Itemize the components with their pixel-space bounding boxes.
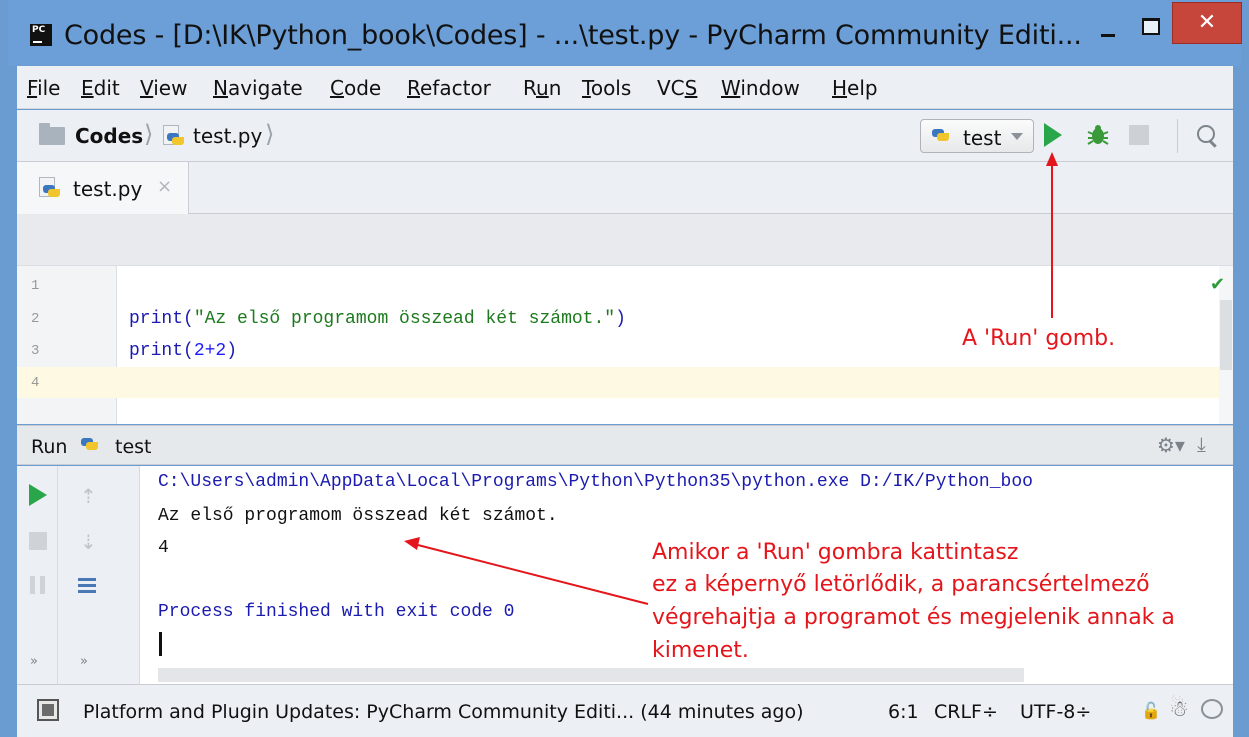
rerun-button[interactable] (29, 484, 47, 506)
console-annotation-line: kimenet. (652, 638, 749, 663)
stop-process-button[interactable] (29, 532, 47, 550)
minimize-button[interactable] (1088, 8, 1128, 50)
breadcrumb-separator: ⟩ (265, 120, 275, 148)
more-actions-icon[interactable]: » (30, 654, 38, 669)
close-tab-icon[interactable]: × (157, 176, 172, 197)
close-button[interactable]: ✕ (1172, 2, 1242, 44)
console-output-line: 4 (158, 538, 169, 558)
run-panel-header: Run test ⚙▾ ⤓ (17, 425, 1233, 465)
console-annotation-line: ez a képernyő letörlődik, a parancsértel… (652, 572, 1150, 597)
window-title: Codes - [D:\IK\Python_book\Codes] - ...\… (64, 20, 1082, 51)
debug-bug-icon[interactable] (1085, 122, 1111, 148)
menu-refactor[interactable]: Refactor (407, 76, 491, 100)
run-panel-title: Run (31, 436, 68, 458)
editor-scrollbar-thumb[interactable] (1220, 300, 1232, 370)
console-annotation-line: végrehajtja a programot és megjelenik an… (652, 605, 1175, 630)
lock-icon[interactable]: 🔓 (1141, 701, 1161, 720)
line-number: 2 (31, 311, 40, 327)
menu-vcs[interactable]: VCS (657, 76, 697, 100)
menu-file[interactable]: File (27, 76, 60, 100)
python-file-icon (39, 177, 61, 199)
console-annotation-line: Amikor a 'Run' gombra kattintasz (652, 540, 1019, 565)
run-configuration-label: test (963, 126, 1002, 150)
toggle-tool-windows-icon[interactable] (37, 699, 59, 721)
status-bar: Platform and Plugin Updates: PyCharm Com… (17, 684, 1233, 737)
folder-icon (39, 123, 65, 145)
line-number: 1 (31, 278, 40, 294)
console-exit-line: Process finished with exit code 0 (158, 602, 515, 622)
editor-breadcrumb-area (17, 214, 1233, 266)
menu-tools[interactable]: Tools (582, 76, 631, 100)
breadcrumb-file[interactable]: test.py (193, 124, 262, 148)
console-caret (159, 632, 162, 656)
event-log-icon[interactable] (1201, 699, 1223, 719)
inspector-icon[interactable]: ☃ (1169, 697, 1189, 722)
menu-window[interactable]: Window (721, 76, 800, 100)
more-actions-icon[interactable]: » (80, 654, 88, 669)
arrow-up-icon[interactable]: ⇡ (80, 484, 97, 508)
maximize-button[interactable] (1128, 8, 1172, 50)
soft-wrap-icon[interactable] (78, 576, 100, 596)
search-icon[interactable] (1193, 122, 1221, 150)
console-command-line: C:\Users\admin\AppData\Local\Programs\Py… (158, 472, 1033, 492)
console-output-line: Az első programom összead két számot. (158, 506, 558, 526)
navigation-bar: Codes ⟩ test.py ⟩ test (17, 110, 1233, 162)
gear-icon[interactable]: ⚙▾ (1157, 433, 1185, 457)
toolbar-divider (1177, 119, 1178, 153)
menu-code[interactable]: Code (330, 76, 381, 100)
menu-bar: File Edit View Navigate Code Refactor Ru… (17, 66, 1233, 109)
line-number: 3 (31, 343, 40, 359)
line-number: 4 (31, 375, 40, 391)
tab-label: test.py (73, 177, 143, 201)
chevron-down-icon (1011, 133, 1023, 140)
run-button[interactable] (1042, 122, 1064, 148)
code-line-3[interactable]: print(2+2) (129, 341, 237, 361)
menu-edit[interactable]: Edit (81, 76, 120, 100)
line-separator[interactable]: CRLF÷ (934, 701, 998, 723)
menu-view[interactable]: View (140, 76, 187, 100)
inspection-ok-icon: ✔ (1210, 274, 1226, 295)
status-message[interactable]: Platform and Plugin Updates: PyCharm Com… (83, 701, 804, 723)
caret-row-highlight (117, 367, 1219, 398)
run-button-annotation: A 'Run' gomb. (962, 326, 1116, 351)
run-tab-test[interactable]: test (115, 436, 152, 458)
title-bar: PC Codes - [D:\IK\Python_book\Codes] - .… (8, 0, 1242, 66)
pycharm-logo-icon: PC (30, 24, 52, 46)
hide-panel-icon[interactable]: ⤓ (1197, 432, 1206, 456)
stop-button[interactable] (1129, 125, 1149, 145)
file-encoding[interactable]: UTF-8÷ (1020, 701, 1091, 723)
breadcrumb-separator: ⟩ (144, 120, 154, 148)
arrow-down-icon[interactable]: ⇣ (80, 530, 97, 554)
pause-output-button[interactable] (30, 576, 46, 594)
code-line-2[interactable]: print("Az első programom összead két szá… (129, 309, 626, 329)
python-icon (930, 125, 952, 147)
python-file-icon (163, 125, 185, 147)
run-toolbar-secondary: ⇡ ⇣ » (58, 466, 140, 684)
menu-help[interactable]: Help (832, 76, 878, 100)
python-icon (79, 434, 101, 456)
menu-navigate[interactable]: Navigate (213, 76, 303, 100)
editor-tab-bar: test.py × (17, 162, 1233, 214)
tab-test-py[interactable]: test.py × (17, 162, 189, 214)
menu-run[interactable]: Run (523, 76, 561, 100)
console-horizontal-scrollbar[interactable] (158, 668, 1024, 682)
run-toolbar-primary: » (17, 466, 58, 684)
run-configuration-select[interactable]: test (920, 119, 1034, 153)
breadcrumb-project[interactable]: Codes (75, 124, 143, 148)
caret-position[interactable]: 6:1 (888, 701, 919, 723)
